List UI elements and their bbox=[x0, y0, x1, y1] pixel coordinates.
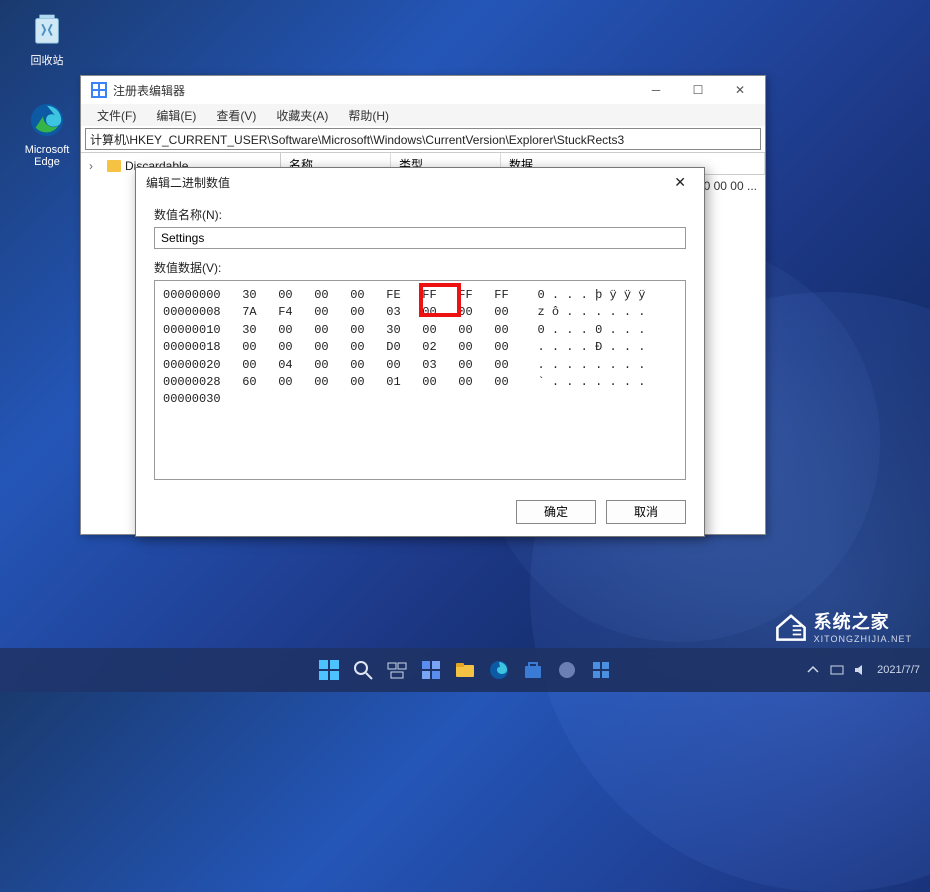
menu-view[interactable]: 查看(V) bbox=[206, 104, 266, 126]
window-title: 注册表编辑器 bbox=[113, 82, 635, 99]
hex-row: 00000008 7A F4 00 00 03 00 00 00 z ô . .… bbox=[163, 304, 677, 321]
tray-datetime[interactable]: 2021/7/7 bbox=[877, 664, 920, 676]
dialog-titlebar[interactable]: 编辑二进制数值 ✕ bbox=[136, 168, 704, 196]
hex-row: 00000010 30 00 00 00 30 00 00 00 0 . . .… bbox=[163, 322, 677, 339]
taskview-icon[interactable] bbox=[383, 656, 411, 684]
minimize-button[interactable]: ─ bbox=[635, 76, 677, 104]
recycle-bin-icon[interactable]: 回收站 bbox=[15, 8, 79, 68]
explorer-icon[interactable] bbox=[451, 656, 479, 684]
titlebar[interactable]: 注册表编辑器 ─ ☐ ✕ bbox=[81, 76, 765, 104]
ok-button[interactable]: 确定 bbox=[516, 500, 596, 524]
close-icon[interactable]: ✕ bbox=[666, 170, 694, 195]
hex-row: 00000018 00 00 00 00 D0 02 00 00 . . . .… bbox=[163, 339, 677, 356]
value-data-label: 数值数据(V): bbox=[154, 259, 686, 276]
hex-editor[interactable]: 00000000 30 00 00 00 FE FF FF FF 0 . . .… bbox=[154, 280, 686, 480]
chevron-right-icon[interactable]: › bbox=[89, 159, 93, 173]
edge-icon[interactable]: Microsoft Edge bbox=[15, 100, 79, 168]
start-button[interactable] bbox=[315, 656, 343, 684]
chevron-up-icon[interactable] bbox=[805, 662, 821, 678]
search-icon[interactable] bbox=[349, 656, 377, 684]
edge-label: Microsoft Edge bbox=[15, 144, 79, 168]
close-button[interactable]: ✕ bbox=[719, 76, 761, 104]
store-icon[interactable] bbox=[519, 656, 547, 684]
address-bar[interactable]: 计算机\HKEY_CURRENT_USER\Software\Microsoft… bbox=[85, 128, 761, 150]
regedit-app-icon bbox=[91, 82, 107, 98]
menu-file[interactable]: 文件(F) bbox=[87, 104, 146, 126]
taskbar[interactable]: 2021/7/7 bbox=[0, 648, 930, 692]
menu-help[interactable]: 帮助(H) bbox=[338, 104, 399, 126]
watermark-sub: XITONGZHIJIA.NET bbox=[814, 634, 912, 644]
folder-icon bbox=[107, 160, 121, 172]
recycle-bin-label: 回收站 bbox=[15, 52, 79, 68]
widgets-icon[interactable] bbox=[417, 656, 445, 684]
app-icon[interactable] bbox=[553, 656, 581, 684]
dialog-title: 编辑二进制数值 bbox=[146, 174, 230, 191]
cancel-button[interactable]: 取消 bbox=[606, 500, 686, 524]
value-name-input[interactable] bbox=[154, 227, 686, 249]
edge-taskbar-icon[interactable] bbox=[485, 656, 513, 684]
hex-row: 00000028 60 00 00 00 01 00 00 00 ` . . .… bbox=[163, 374, 677, 391]
hex-row: 00000000 30 00 00 00 FE FF FF FF 0 . . .… bbox=[163, 287, 677, 304]
value-name-label: 数值名称(N): bbox=[154, 206, 686, 223]
maximize-button[interactable]: ☐ bbox=[677, 76, 719, 104]
regedit-taskbar-icon[interactable] bbox=[587, 656, 615, 684]
system-tray[interactable]: 2021/7/7 bbox=[805, 662, 920, 678]
volume-icon[interactable] bbox=[853, 662, 869, 678]
hex-row: 00000030 bbox=[163, 391, 677, 408]
watermark-text: 系统之家 bbox=[814, 608, 912, 634]
menu-edit[interactable]: 编辑(E) bbox=[146, 104, 206, 126]
hex-row: 00000020 00 04 00 00 00 03 00 00 . . . .… bbox=[163, 357, 677, 374]
network-icon[interactable] bbox=[829, 662, 845, 678]
menu-fav[interactable]: 收藏夹(A) bbox=[266, 104, 338, 126]
watermark: 系统之家 XITONGZHIJIA.NET bbox=[774, 608, 912, 644]
menubar: 文件(F) 编辑(E) 查看(V) 收藏夹(A) 帮助(H) bbox=[81, 104, 765, 126]
binary-edit-dialog: 编辑二进制数值 ✕ 数值名称(N): 数值数据(V): 00000000 30 … bbox=[135, 167, 705, 537]
